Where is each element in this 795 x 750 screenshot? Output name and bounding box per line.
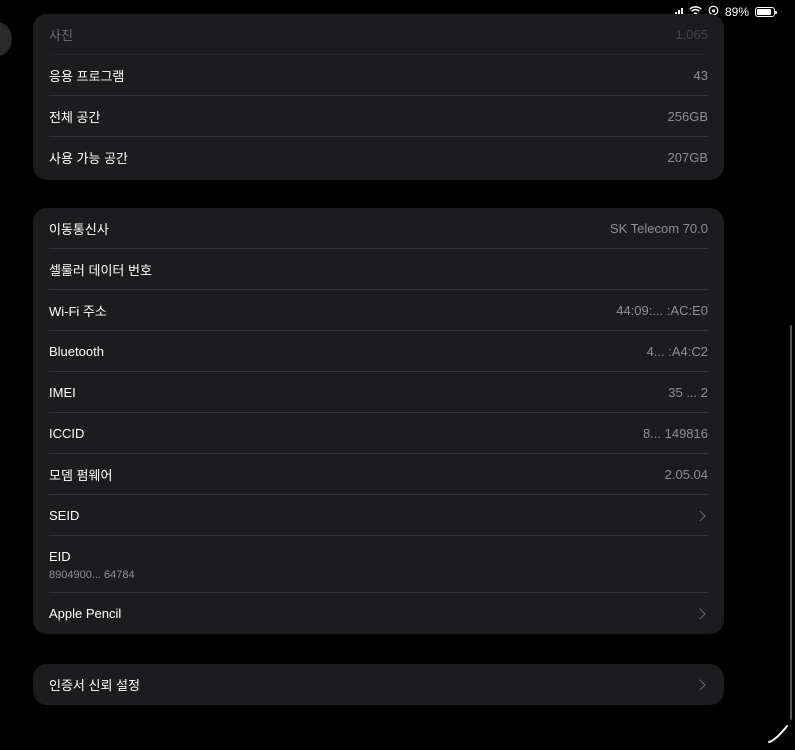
storage-card: 사진 1,065 응용 프로그램 43 전체 공간 256GB 사용 가능 공간… [33,14,724,180]
row-label: ICCID [49,426,85,441]
row-value: 207GB [667,150,708,165]
row-label: 모뎀 펌웨어 [49,468,113,483]
row-label: 응용 프로그램 [49,69,125,84]
list-item-cellular-number: 셀룰러 데이터 번호 [33,249,724,290]
chevron-right-icon [694,607,706,620]
list-item-applications: 응용 프로그램 43 [33,55,724,96]
list-item-photos: 사진 1,065 [33,14,724,55]
row-label: Apple Pencil [49,606,122,621]
row-value: 43 [693,68,708,83]
chevron-right-icon [694,509,706,522]
list-item-iccid: ICCID 8... 149816 [33,413,724,454]
network-info-card: 이동통신사 SK Telecom 70.0 셀룰러 데이터 번호 Wi-Fi 주… [33,208,724,634]
row-label: EID [49,548,71,564]
list-item-imei: IMEI 35 ... 2 [33,372,724,413]
scrollbar[interactable] [790,325,792,720]
chevron-right-icon [694,678,706,691]
row-value: 8904900... 64784 [49,568,135,581]
row-value: 256GB [667,109,708,124]
row-value: 2.05.04 [664,467,708,482]
list-item-carrier: 이동통신사 SK Telecom 70.0 [33,208,724,249]
list-item-total-capacity: 전체 공간 256GB [33,96,724,137]
row-label: 셀룰러 데이터 번호 [49,263,152,278]
row-value: 4... :A4:C2 [646,344,708,359]
row-label: SEID [49,508,80,523]
list-item-bluetooth: Bluetooth 4... :A4:C2 [33,331,724,372]
list-item-eid: EID 8904900... 64784 [33,536,724,593]
certificate-trust-settings-item[interactable]: 인증서 신뢰 설정 [33,664,724,705]
row-label: Bluetooth [49,344,104,359]
row-label: 전체 공간 [49,110,101,125]
row-label: IMEI [49,385,76,400]
row-label: 사진 [49,28,73,43]
list-item-seid[interactable]: SEID [33,495,724,536]
row-value: 8... 149816 [642,426,708,441]
row-label: 인증서 신뢰 설정 [49,678,140,693]
battery-icon [755,7,777,17]
list-item-modem-firmware: 모뎀 펌웨어 2.05.04 [33,454,724,495]
list-item-available-capacity: 사용 가능 공간 207GB [33,137,724,178]
battery-percent: 89% [724,5,749,19]
list-item-apple-pencil[interactable]: Apple Pencil [33,593,724,634]
row-value: 35 ... 2 [668,385,708,400]
row-value: SK Telecom 70.0 [609,221,708,236]
row-label: Wi-Fi 주소 [49,304,107,319]
row-value: 44:09:... :AC:E0 [616,303,708,318]
pencil-stroke-icon [768,725,788,743]
certificate-trust-card: 인증서 신뢰 설정 [33,664,724,705]
list-item-wifi-address: Wi-Fi 주소 44:09:... :AC:E0 [33,290,724,331]
row-label: 이동통신사 [49,222,109,237]
row-value: 1,065 [675,27,708,42]
row-label: 사용 가능 공간 [49,151,128,166]
